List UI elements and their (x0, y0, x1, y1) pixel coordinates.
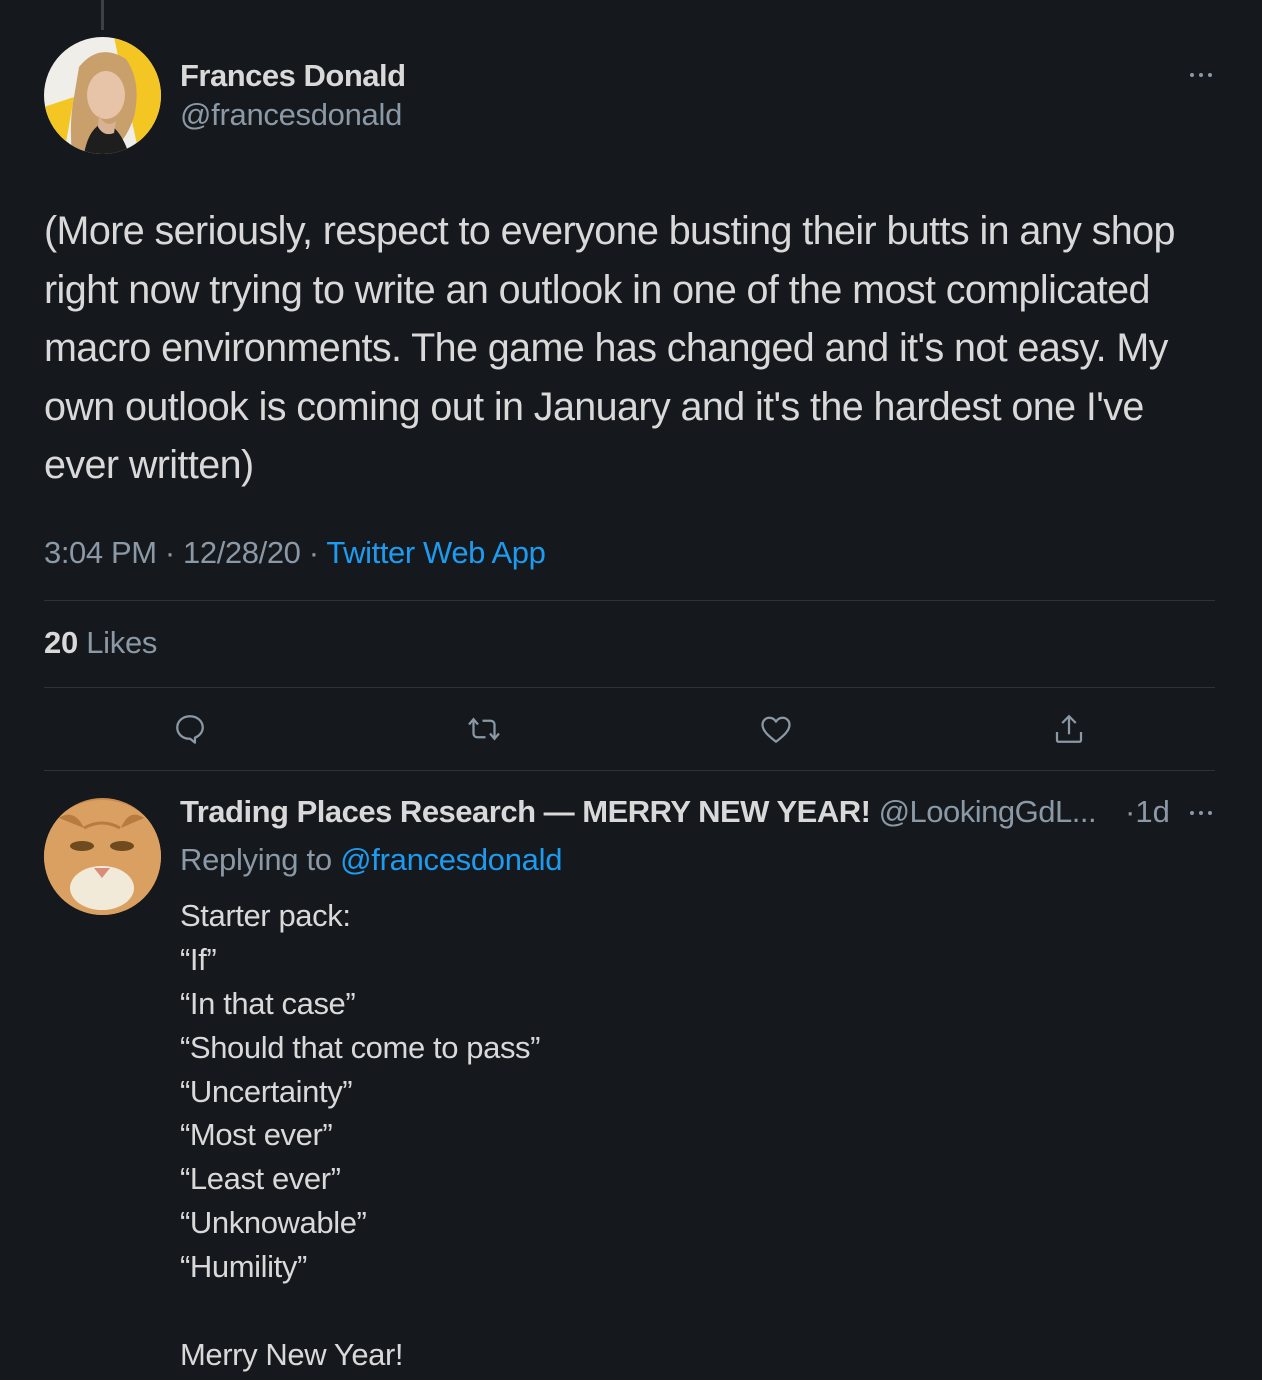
reply-text-line: “If” (180, 941, 217, 977)
replying-to-label: Replying to (180, 842, 332, 877)
reply-author-avatar[interactable] (44, 798, 161, 915)
replying-to-mention[interactable]: @francesdonald (340, 842, 562, 877)
likes-stat[interactable]: 20 Likes (44, 625, 157, 661)
like-button[interactable] (758, 711, 794, 747)
more-options-icon[interactable] (1184, 60, 1218, 90)
thread-connector-line (101, 0, 104, 30)
divider (44, 600, 1215, 601)
divider (44, 687, 1215, 688)
reply-text-line: “In that case” (180, 985, 356, 1021)
reply-text-line: “Unknowable” (180, 1205, 367, 1241)
reply-author-name[interactable]: Trading Places Research — MERRY NEW YEAR… (180, 794, 871, 829)
tweet-source-link[interactable]: Twitter Web App (326, 535, 546, 570)
retweet-icon (468, 717, 500, 741)
reply-more-options-icon[interactable] (1184, 798, 1218, 828)
reply-text-line: “Humility” (180, 1249, 307, 1285)
reply-header: Trading Places Research — MERRY NEW YEAR… (180, 794, 1180, 830)
replying-to: Replying to @francesdonald (180, 842, 562, 878)
reply-text-line (180, 1289, 1180, 1333)
reply-text-line: “Should that come to pass” (180, 1029, 541, 1065)
author-avatar[interactable] (44, 37, 161, 154)
reply-text: Starter pack: “If” “In that case” “Shoul… (180, 894, 1180, 1377)
reply-text-line: Starter pack: (180, 898, 351, 933)
reply-text-line: Merry New Year! (180, 1336, 404, 1372)
reply-author-handle[interactable]: @LookingGdL... (879, 794, 1097, 829)
heart-icon (761, 716, 791, 743)
reply-timestamp[interactable]: ·1d (1125, 794, 1170, 830)
reply-text-line: “Uncertainty” (180, 1073, 353, 1109)
meta-separator: · (308, 535, 319, 570)
author-handle[interactable]: @francesdonald (180, 97, 402, 133)
meta-separator: · (164, 535, 175, 570)
reply-icon (176, 715, 204, 744)
reply-text-line: “Least ever” (180, 1161, 341, 1197)
reply-text-line: “Most ever” (180, 1117, 333, 1153)
author-name[interactable]: Frances Donald (180, 58, 406, 94)
divider (44, 770, 1215, 771)
tweet-time[interactable]: 3:04 PM (44, 535, 157, 570)
tweet-text: (More seriously, respect to everyone bus… (44, 209, 1186, 487)
tweet-detail-page: Frances Donald @francesdonald (More seri… (0, 0, 1262, 1380)
share-icon (1055, 714, 1083, 743)
likes-label: Likes (86, 625, 158, 660)
tweet-metadata: 3:04 PM · 12/28/20 · Twitter Web App (44, 535, 546, 571)
tweet-date[interactable]: 12/28/20 (183, 535, 301, 570)
share-button[interactable] (1051, 711, 1087, 747)
likes-count: 20 (44, 625, 78, 660)
retweet-button[interactable] (466, 711, 502, 747)
reply-button[interactable] (172, 711, 208, 747)
